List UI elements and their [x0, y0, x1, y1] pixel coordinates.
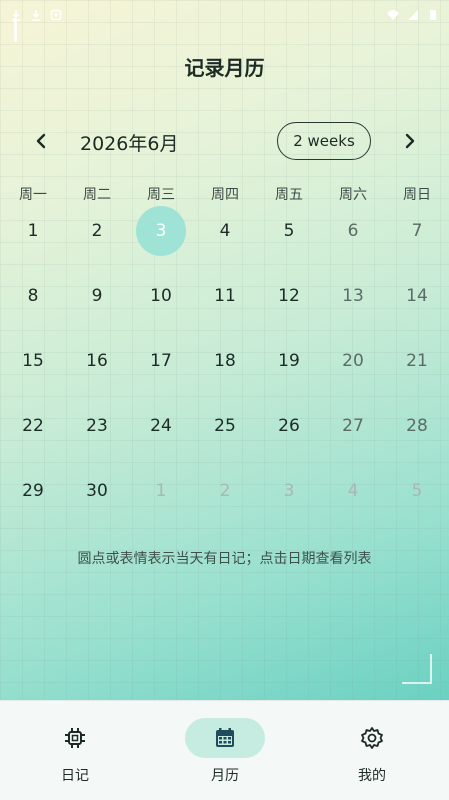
- nav-item-diary[interactable]: 日记: [0, 701, 150, 800]
- notification-icon: [50, 9, 62, 21]
- calendar-day[interactable]: 24: [136, 401, 186, 451]
- calendar-day[interactable]: 19: [264, 336, 314, 386]
- weekday-label: 周日: [403, 187, 431, 200]
- weekday-header: 周一 周二 周三 周四 周五 周六 周日: [0, 184, 449, 200]
- calendar-day[interactable]: 11: [200, 271, 250, 321]
- view-toggle-button[interactable]: 2 weeks: [277, 122, 371, 160]
- calendar-day[interactable]: 17: [136, 336, 186, 386]
- calendar-day[interactable]: 1: [8, 206, 58, 256]
- nav-item-mine[interactable]: 我的: [297, 701, 447, 800]
- wifi-icon: [387, 10, 399, 20]
- weekday-label: 周二: [83, 187, 111, 200]
- weekday-label: 周一: [19, 187, 47, 200]
- calendar-day[interactable]: 28: [392, 401, 442, 451]
- calendar-day[interactable]: 1: [136, 466, 186, 516]
- calendar-day[interactable]: 18: [200, 336, 250, 386]
- calendar-day[interactable]: 6: [328, 206, 378, 256]
- calendar-day[interactable]: 5: [264, 206, 314, 256]
- calendar-day[interactable]: 3: [264, 466, 314, 516]
- calendar-day[interactable]: 7: [392, 206, 442, 256]
- weekday-label: 周三: [147, 187, 175, 200]
- calendar-day[interactable]: 5: [392, 466, 442, 516]
- calendar-day[interactable]: 29: [8, 466, 58, 516]
- calendar-day[interactable]: 4: [328, 466, 378, 516]
- calendar-day[interactable]: 20: [328, 336, 378, 386]
- calendar-day[interactable]: 2: [200, 466, 250, 516]
- calendar-day[interactable]: 21: [392, 336, 442, 386]
- chevron-left-icon: [36, 133, 46, 149]
- nav-icon-container: [332, 718, 412, 758]
- calendar-day[interactable]: 22: [8, 401, 58, 451]
- chip-icon: [65, 728, 85, 748]
- calendar-day[interactable]: 25: [200, 401, 250, 451]
- calendar-day[interactable]: 14: [392, 271, 442, 321]
- decorative-bracket: [402, 654, 432, 684]
- calendar-day[interactable]: 9: [72, 271, 122, 321]
- next-month-button[interactable]: [395, 126, 425, 156]
- calendar-day[interactable]: 4: [200, 206, 250, 256]
- nav-item-calendar[interactable]: 月历: [150, 701, 300, 800]
- month-navigation: 2026年6月 2 weeks: [0, 120, 449, 162]
- nav-icon-container: [185, 718, 265, 758]
- signal-icon: [408, 10, 418, 20]
- bottom-navigation: 日记 月历 我的: [0, 700, 449, 800]
- download-icon: [32, 10, 40, 21]
- battery-icon: [430, 10, 436, 20]
- nav-icon-container: [35, 718, 115, 758]
- calendar-icon: [216, 728, 234, 747]
- nav-label: 日记: [61, 768, 89, 784]
- nav-label: 月历: [211, 768, 239, 784]
- previous-month-button[interactable]: [26, 126, 56, 156]
- weekday-label: 周四: [211, 187, 239, 200]
- calendar-day[interactable]: 27: [328, 401, 378, 451]
- calendar-day-selected[interactable]: 3: [136, 206, 186, 256]
- page-title: 记录月历: [184, 56, 265, 80]
- calendar-day[interactable]: 12: [264, 271, 314, 321]
- chevron-right-icon: [405, 133, 415, 149]
- calendar-day[interactable]: 16: [72, 336, 122, 386]
- nav-label: 我的: [358, 768, 386, 784]
- calendar-day[interactable]: 8: [8, 271, 58, 321]
- calendar-day[interactable]: 30: [72, 466, 122, 516]
- calendar-day[interactable]: 23: [72, 401, 122, 451]
- calendar-day[interactable]: 10: [136, 271, 186, 321]
- month-label: 2026年6月: [80, 133, 179, 155]
- calendar-day[interactable]: 13: [328, 271, 378, 321]
- weekday-label: 周五: [275, 187, 303, 200]
- status-bar: [0, 0, 449, 30]
- calendar-hint: 圆点或表情表示当天有日记；点击日期查看列表: [77, 551, 372, 567]
- gear-icon: [361, 727, 383, 749]
- edge-indicator: [14, 18, 17, 42]
- calendar-day[interactable]: 2: [72, 206, 122, 256]
- calendar-day[interactable]: 26: [264, 401, 314, 451]
- weekday-label: 周六: [339, 187, 367, 200]
- calendar-day[interactable]: 15: [8, 336, 58, 386]
